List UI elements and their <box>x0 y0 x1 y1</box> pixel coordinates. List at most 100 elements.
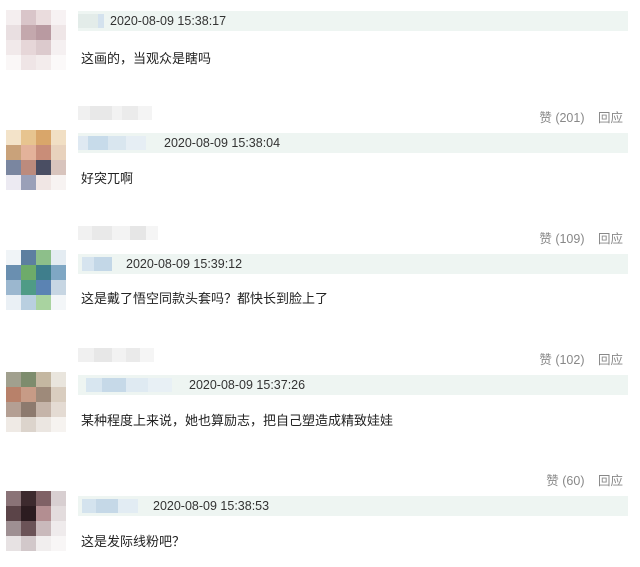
comment-text: 这画的，当观众是瞎吗 <box>81 51 212 66</box>
username-blurred <box>78 106 152 120</box>
comment-text: 这是戴了悟空同款头套吗？都快长到脸上了 <box>81 291 329 306</box>
comment-item: 2020-08-09 15:38:04 好突兀啊 赞 (109) 回应 <box>0 120 640 246</box>
avatar-pixel <box>36 372 51 387</box>
avatar-pixel <box>36 491 51 506</box>
comment-meta-bar: 2020-08-09 15:38:53 <box>78 496 628 516</box>
avatar-pixel <box>21 175 36 190</box>
avatar-pixel <box>51 265 66 280</box>
comment-item: 2020-08-09 15:38:17 这画的，当观众是瞎吗 赞 (201) 回… <box>0 0 640 125</box>
username-blurred[interactable] <box>78 14 104 28</box>
comment-text: 好突兀啊 <box>81 171 134 186</box>
avatar-pixel <box>51 160 66 175</box>
avatar-pixel <box>6 250 21 265</box>
avatar-pixel <box>6 55 21 70</box>
avatar-pixel <box>6 295 21 310</box>
avatar-pixel <box>51 506 66 521</box>
avatar-pixel <box>21 130 36 145</box>
avatar[interactable] <box>6 130 66 190</box>
avatar-pixel <box>36 55 51 70</box>
avatar-pixel <box>6 175 21 190</box>
username-blurred[interactable] <box>82 499 138 513</box>
comment-item: 2020-08-09 15:38:53 这是发际线粉吧？ <box>0 486 640 567</box>
avatar-pixel <box>6 417 21 432</box>
comment-item: 2020-08-09 15:37:26 某种程度上来说，她也算励志，把自己塑造成… <box>0 364 640 488</box>
avatar-pixel <box>21 536 36 551</box>
avatar-pixel <box>21 25 36 40</box>
avatar-pixel <box>6 491 21 506</box>
username-blurred <box>78 226 158 240</box>
avatar-pixel <box>51 491 66 506</box>
username-blurred[interactable] <box>78 136 146 150</box>
avatar-pixel <box>21 40 36 55</box>
comment-timestamp: 2020-08-09 15:38:17 <box>110 14 227 28</box>
comment-meta-bar: 2020-08-09 15:37:26 <box>78 375 628 395</box>
avatar-pixel <box>6 25 21 40</box>
avatar-pixel <box>21 295 36 310</box>
avatar-pixel <box>6 387 21 402</box>
avatar-pixel <box>21 145 36 160</box>
avatar-pixel <box>21 280 36 295</box>
avatar-pixel <box>6 280 21 295</box>
avatar-pixel <box>21 521 36 536</box>
avatar-pixel <box>21 160 36 175</box>
avatar-pixel <box>6 160 21 175</box>
avatar[interactable] <box>6 372 66 432</box>
username-blurred <box>78 348 154 362</box>
avatar-pixel <box>51 536 66 551</box>
avatar-pixel <box>51 295 66 310</box>
avatar-pixel <box>36 402 51 417</box>
avatar[interactable] <box>6 250 66 310</box>
avatar-pixel <box>21 10 36 25</box>
avatar-pixel <box>6 40 21 55</box>
comment-timestamp: 2020-08-09 15:38:04 <box>164 136 281 150</box>
comment-meta-bar: 2020-08-09 15:39:12 <box>78 254 628 274</box>
avatar-pixel <box>21 402 36 417</box>
comment-meta-bar: 2020-08-09 15:38:04 <box>78 133 628 153</box>
avatar-pixel <box>21 372 36 387</box>
avatar-pixel <box>36 25 51 40</box>
comment-item: 2020-08-09 15:39:12 这是戴了悟空同款头套吗？都快长到脸上了 … <box>0 242 640 367</box>
avatar-pixel <box>51 402 66 417</box>
avatar-pixel <box>36 506 51 521</box>
avatar-pixel <box>6 402 21 417</box>
avatar-pixel <box>51 25 66 40</box>
avatar-pixel <box>51 55 66 70</box>
avatar-pixel <box>36 265 51 280</box>
avatar-pixel <box>36 387 51 402</box>
comment-meta-bar: 2020-08-09 15:38:17 <box>78 11 628 31</box>
avatar-pixel <box>51 250 66 265</box>
username-blurred[interactable] <box>82 257 112 271</box>
avatar-pixel <box>6 130 21 145</box>
avatar-pixel <box>36 160 51 175</box>
comment-timestamp: 2020-08-09 15:38:53 <box>153 499 270 513</box>
avatar-pixel <box>36 130 51 145</box>
avatar-pixel <box>21 506 36 521</box>
comment-text: 某种程度上来说，她也算励志，把自己塑造成精致娃娃 <box>81 413 394 428</box>
avatar-pixel <box>36 175 51 190</box>
avatar-pixel <box>21 55 36 70</box>
avatar-pixel <box>21 491 36 506</box>
avatar-pixel <box>36 10 51 25</box>
avatar-pixel <box>36 280 51 295</box>
avatar[interactable] <box>6 491 66 551</box>
avatar-pixel <box>6 10 21 25</box>
avatar-pixel <box>36 295 51 310</box>
comment-timestamp: 2020-08-09 15:39:12 <box>126 257 243 271</box>
avatar[interactable] <box>6 10 66 70</box>
avatar-pixel <box>6 521 21 536</box>
avatar-pixel <box>51 280 66 295</box>
avatar-pixel <box>21 417 36 432</box>
avatar-pixel <box>51 130 66 145</box>
avatar-pixel <box>6 506 21 521</box>
avatar-pixel <box>21 387 36 402</box>
avatar-pixel <box>36 250 51 265</box>
username-blurred[interactable] <box>86 378 172 392</box>
avatar-pixel <box>6 145 21 160</box>
avatar-pixel <box>36 145 51 160</box>
avatar-pixel <box>51 372 66 387</box>
comment-timestamp: 2020-08-09 15:37:26 <box>189 378 306 392</box>
avatar-pixel <box>6 265 21 280</box>
avatar-pixel <box>51 40 66 55</box>
avatar-pixel <box>36 40 51 55</box>
avatar-pixel <box>51 521 66 536</box>
